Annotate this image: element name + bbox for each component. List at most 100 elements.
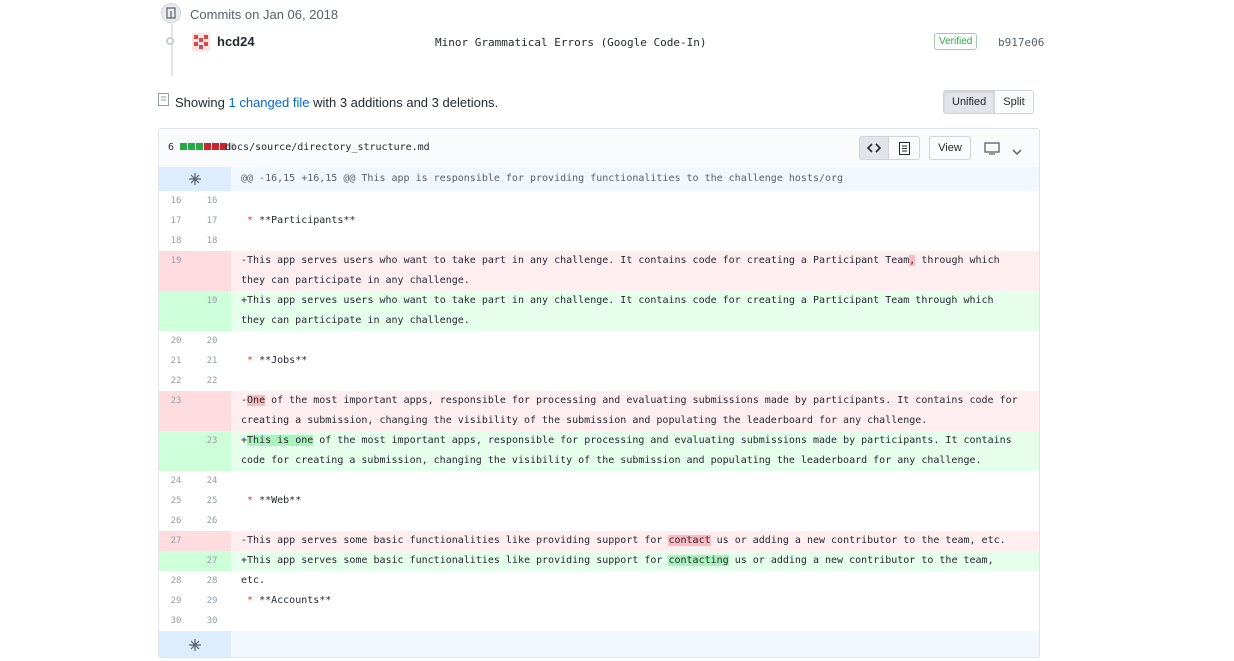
line-code: -This app serves some basic functionalit… xyxy=(231,531,1039,551)
old-line-number[interactable]: 28 xyxy=(159,571,195,591)
file-path[interactable]: docs/source/directory_structure.md xyxy=(225,142,430,153)
diffstat-block xyxy=(204,143,211,150)
old-line-number[interactable]: 24 xyxy=(159,471,195,491)
line-text: This app serves some basic functionaliti… xyxy=(247,555,669,566)
commit-sha-link[interactable]: b917e06 xyxy=(998,36,1044,49)
file-icon xyxy=(898,141,910,155)
diff-addition-row: 19 +This app serves users who want to ta… xyxy=(159,291,1039,331)
new-line-number[interactable]: 29 xyxy=(195,591,231,611)
view-file-button[interactable]: View xyxy=(929,136,971,160)
diff-addition-row: 23 +This is one of the most important ap… xyxy=(159,431,1039,471)
diffstat-block xyxy=(180,143,187,150)
old-line-number[interactable]: 20 xyxy=(159,331,195,351)
diff-addition-row: 27 +This app serves some basic functiona… xyxy=(159,551,1039,586)
new-line-number[interactable]: 18 xyxy=(195,231,231,251)
chevron-down-icon[interactable] xyxy=(1012,143,1022,161)
commit-message-link[interactable]: Minor Grammatical Errors (Google Code-In… xyxy=(435,36,707,49)
verified-badge[interactable]: Verified xyxy=(934,33,978,50)
new-line-number[interactable]: 30 xyxy=(195,611,231,631)
line-code: -One of the most important apps, respons… xyxy=(231,391,1039,431)
diff-context-row: 21 21 * **Jobs** xyxy=(159,351,1039,371)
line-text-rest: us or adding a new contributor to the te… xyxy=(710,535,1006,546)
old-line-number[interactable]: 29 xyxy=(159,591,195,611)
old-line-number[interactable]: 26 xyxy=(159,511,195,531)
commit-author-link[interactable]: hcd24 xyxy=(217,34,255,49)
old-line-number xyxy=(159,551,195,571)
old-line-number[interactable]: 22 xyxy=(159,371,195,391)
line-text-rest: of the most important apps, responsible … xyxy=(241,435,1018,466)
line-code xyxy=(231,231,1039,251)
line-code xyxy=(231,571,1039,591)
removed-text-highlight: One xyxy=(247,395,266,406)
new-line-number[interactable]: 25 xyxy=(195,491,231,511)
line-code xyxy=(231,611,1039,631)
line-text-rest: of the most important apps, responsible … xyxy=(241,395,1024,426)
new-line-number[interactable]: 27 xyxy=(195,551,231,571)
old-line-number[interactable]: 16 xyxy=(159,191,195,211)
expand-down-icon[interactable] xyxy=(159,631,231,657)
new-line-number[interactable]: 24 xyxy=(195,471,231,491)
line-code: +This is one of the most important apps,… xyxy=(231,431,1039,471)
old-line-number[interactable]: 18 xyxy=(159,231,195,251)
line-code xyxy=(231,371,1039,391)
diffstat-block xyxy=(188,143,195,150)
summary-with: with xyxy=(313,95,337,110)
diff-deletion-row: 27 -This app serves some basic functiona… xyxy=(159,531,1039,551)
deletions-count: 3 deletions xyxy=(431,95,495,110)
commits-date-heading: Commits on Jan 06, 2018 xyxy=(190,7,339,22)
changed-files-link[interactable]: 1 changed file xyxy=(229,95,310,110)
diff-context-row: 17 17 * **Participants** xyxy=(159,211,1039,231)
file-diff: 6 docs/source/directory_structure.md Vie… xyxy=(158,128,1040,658)
summary-prefix: Showing xyxy=(175,95,225,110)
diff-deletion-row: 19 -This app serves users who want to ta… xyxy=(159,251,1039,291)
diff-context-row: 25 25 * **Web** xyxy=(159,491,1039,511)
rich-diff-button[interactable] xyxy=(888,136,920,160)
line-text: **Participants** xyxy=(253,215,356,226)
new-line-number xyxy=(195,251,231,291)
new-line-number xyxy=(195,531,231,551)
added-text-highlight: This is one xyxy=(247,435,314,446)
new-line-number[interactable]: 22 xyxy=(195,371,231,391)
avatar[interactable] xyxy=(192,33,210,51)
line-text: **Jobs** xyxy=(253,355,308,366)
new-line-number[interactable]: 26 xyxy=(195,511,231,531)
old-line-number[interactable]: 30 xyxy=(159,611,195,631)
old-line-number xyxy=(159,291,195,331)
expand-spacer xyxy=(231,631,1039,657)
split-button[interactable]: Split xyxy=(995,90,1034,114)
new-line-number[interactable]: 19 xyxy=(195,291,231,331)
line-text: This app serves users who want to take p… xyxy=(247,255,910,266)
unified-button[interactable]: Unified xyxy=(943,90,996,114)
new-line-number[interactable]: 21 xyxy=(195,351,231,371)
new-line-number[interactable]: 20 xyxy=(195,331,231,351)
commit-group-icon xyxy=(161,3,181,23)
old-line-number[interactable]: 19 xyxy=(159,251,195,291)
new-line-number[interactable]: 28 xyxy=(195,571,231,591)
old-line-number[interactable]: 17 xyxy=(159,211,195,231)
old-line-number[interactable]: 27 xyxy=(159,531,195,551)
diff-context-row: 28 28 xyxy=(159,571,1039,591)
expand-up-icon[interactable] xyxy=(159,167,231,191)
diffstat-block xyxy=(212,143,219,150)
line-code xyxy=(231,511,1039,531)
timeline-line xyxy=(171,24,173,76)
old-line-number[interactable]: 21 xyxy=(159,351,195,371)
diff-context-row: 26 26 xyxy=(159,511,1039,531)
diff-context-row: 20 20 xyxy=(159,331,1039,351)
line-text: This app serves some basic functionaliti… xyxy=(247,535,669,546)
old-line-number[interactable]: 25 xyxy=(159,491,195,511)
line-text: **Web** xyxy=(253,495,302,506)
line-code: * **Accounts** xyxy=(231,591,1039,611)
code-icon xyxy=(867,143,881,153)
new-line-number[interactable]: 16 xyxy=(195,191,231,211)
file-header: 6 docs/source/directory_structure.md Vie… xyxy=(159,129,1039,168)
line-code xyxy=(231,191,1039,211)
summary-period: . xyxy=(494,95,499,110)
new-line-number[interactable]: 23 xyxy=(195,431,231,471)
commit-dot-icon xyxy=(166,37,174,45)
new-line-number[interactable]: 17 xyxy=(195,211,231,231)
source-view-button[interactable] xyxy=(859,136,889,160)
diff-context-row: 16 16 xyxy=(159,191,1039,211)
old-line-number[interactable]: 23 xyxy=(159,391,195,431)
desktop-icon[interactable] xyxy=(984,142,1000,160)
